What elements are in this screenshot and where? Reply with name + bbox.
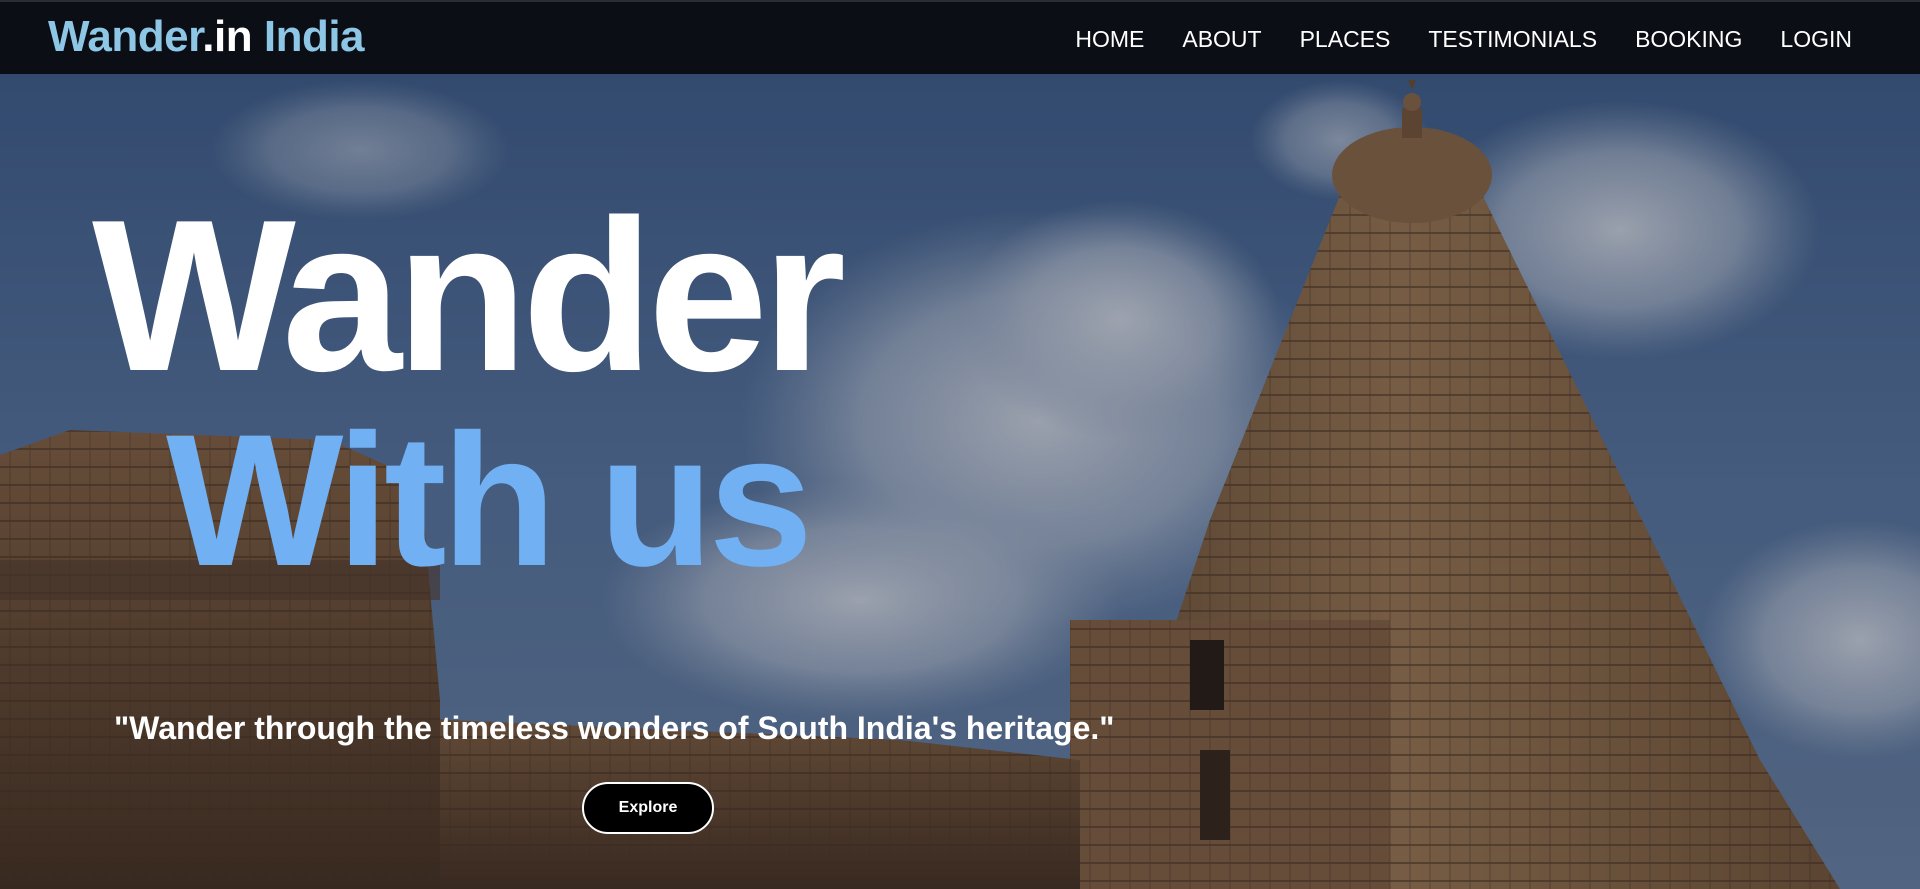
- nav-link-places[interactable]: PLACES: [1300, 24, 1391, 54]
- top-navbar: Wander.in India HOME ABOUT PLACES TESTIM…: [0, 0, 1920, 74]
- brand-logo[interactable]: Wander.in India: [48, 12, 365, 62]
- explore-button[interactable]: Explore: [582, 782, 714, 834]
- brand-logo-part-in: .in: [202, 12, 253, 61]
- nav-link-login[interactable]: LOGIN: [1780, 24, 1852, 54]
- hero-headline-line2: With us: [166, 395, 813, 605]
- nav-menu: HOME ABOUT PLACES TESTIMONIALS BOOKING L…: [1037, 24, 1852, 54]
- hero-headline-line1: Wander: [92, 174, 846, 416]
- brand-logo-part-india: India: [252, 12, 365, 61]
- nav-link-testimonials[interactable]: TESTIMONIALS: [1428, 24, 1597, 54]
- page: Wander.in India HOME ABOUT PLACES TESTIM…: [0, 0, 1920, 889]
- nav-link-home[interactable]: HOME: [1075, 24, 1144, 54]
- brand-logo-part-wander: Wander: [48, 12, 203, 61]
- nav-link-about[interactable]: ABOUT: [1182, 24, 1261, 54]
- nav-link-booking[interactable]: BOOKING: [1635, 24, 1742, 54]
- hero-tagline: "Wander through the timeless wonders of …: [114, 710, 1115, 746]
